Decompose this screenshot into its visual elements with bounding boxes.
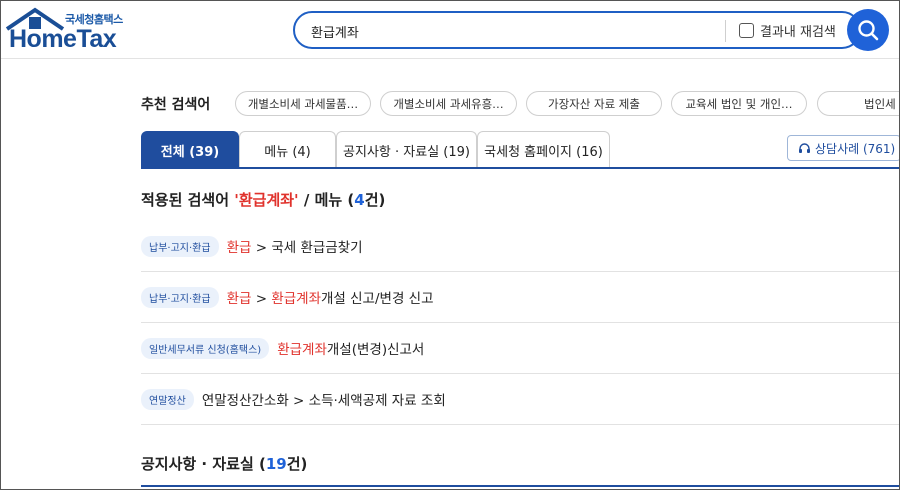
category-badge: 납부·고지·환급 — [141, 286, 219, 308]
path-separator: > — [251, 291, 272, 307]
hometax-logo[interactable]: 국세청홈택스 HomeTax — [5, 7, 135, 53]
path-segment-highlight: 환급계좌 — [271, 291, 321, 307]
consult-cases-button[interactable]: 상담사례 (761) — [787, 135, 899, 161]
tab-nts-homepage[interactable]: 국세청 홈페이지 (16) — [477, 131, 610, 168]
category-badge: 납부·고지·환급 — [141, 235, 219, 257]
recommended-title: 추천 검색어 — [141, 97, 211, 113]
recheck-label: 결과내 재검색 — [760, 25, 836, 40]
path-separator: > — [288, 393, 309, 409]
tabs-underline — [141, 167, 899, 169]
recommended-chip[interactable]: 개별소비세 과세물품… — [235, 91, 371, 116]
recommended-chip[interactable]: 교육세 법인 및 개인… — [671, 91, 807, 116]
menu-section-prefix: 적용된 검색어 — [141, 191, 235, 209]
search-icon — [858, 20, 879, 41]
result-path[interactable]: 환급계좌개설(변경)신고서 — [277, 338, 424, 358]
logo-title: HomeTax — [9, 25, 117, 53]
notice-section-underline — [141, 485, 899, 487]
search-input[interactable] — [311, 21, 711, 41]
result-item[interactable]: 연말정산 연말정산간소화 > 소득·세액공제 자료 조회 — [141, 374, 899, 425]
notice-section-prefix: 공지사항 · 자료실 ( — [141, 455, 266, 473]
path-segment: 소득·세액공제 자료 조회 — [308, 393, 446, 409]
page-frame: 국세청홈택스 HomeTax 결과내 재검색 추천 검색어 개별소비세 과세물품… — [0, 0, 900, 490]
recommended-chip[interactable]: 개별소비세 과세유흥… — [380, 91, 517, 116]
menu-section-title: 적용된 검색어 '환급계좌' / 메뉴 (4건) — [141, 189, 385, 210]
path-segment-highlight: 환급 — [226, 291, 252, 307]
recommended-keywords: 추천 검색어 개별소비세 과세물품… 개별소비세 과세유흥… 가장자산 자료 제… — [141, 91, 899, 117]
path-segment: 국세 환급금찾기 — [271, 240, 363, 256]
notice-section-title: 공지사항 · 자료실 (19건) — [141, 453, 307, 474]
menu-count: 4 — [354, 191, 365, 209]
path-segment: 개설 신고/변경 신고 — [321, 291, 434, 307]
category-badge: 연말정산 — [141, 388, 194, 410]
notice-section-suffix: 건) — [286, 455, 308, 473]
consult-cases-label: 상담사례 (761) — [815, 141, 896, 156]
menu-section-middle: / 메뉴 ( — [298, 191, 355, 209]
path-segment: 연말정산간소화 — [201, 393, 289, 409]
result-item[interactable]: 납부·고지·환급 환급 > 국세 환급금찾기 — [141, 221, 899, 272]
tab-menu[interactable]: 메뉴 (4) — [239, 131, 336, 168]
header: 국세청홈택스 HomeTax 결과내 재검색 — [1, 1, 899, 59]
path-segment-highlight: 환급 — [226, 240, 252, 256]
search-box: 결과내 재검색 — [293, 11, 861, 49]
category-badge: 일반세무서류 신청(홈택스) — [141, 337, 270, 359]
result-path[interactable]: 환급 > 국세 환급금찾기 — [227, 236, 363, 256]
tab-notice-archive[interactable]: 공지사항 · 자료실 (19) — [336, 131, 477, 168]
tab-all[interactable]: 전체 (39) — [141, 131, 239, 168]
recommended-chip[interactable]: 법인세 신 — [817, 91, 899, 116]
search-button[interactable] — [847, 9, 889, 51]
recheck-checkbox[interactable] — [739, 23, 754, 38]
path-segment-highlight: 환급계좌 — [277, 342, 327, 358]
recheck-option[interactable]: 결과내 재검색 — [739, 21, 836, 40]
result-item[interactable]: 일반세무서류 신청(홈택스) 환급계좌개설(변경)신고서 — [141, 323, 899, 374]
applied-keyword: '환급계좌' — [234, 191, 299, 209]
path-segment: 개설(변경)신고서 — [326, 342, 425, 358]
result-item[interactable]: 납부·고지·환급 환급 > 환급계좌개설 신고/변경 신고 — [141, 272, 899, 323]
search-divider — [725, 20, 726, 42]
path-separator: > — [251, 240, 272, 256]
result-path[interactable]: 환급 > 환급계좌개설 신고/변경 신고 — [227, 287, 434, 307]
notice-count: 19 — [265, 455, 287, 473]
recommended-chip[interactable]: 가장자산 자료 제출 — [526, 91, 662, 116]
menu-section-suffix: 건) — [364, 191, 386, 209]
result-path[interactable]: 연말정산간소화 > 소득·세액공제 자료 조회 — [202, 389, 446, 409]
headset-icon — [799, 142, 810, 153]
